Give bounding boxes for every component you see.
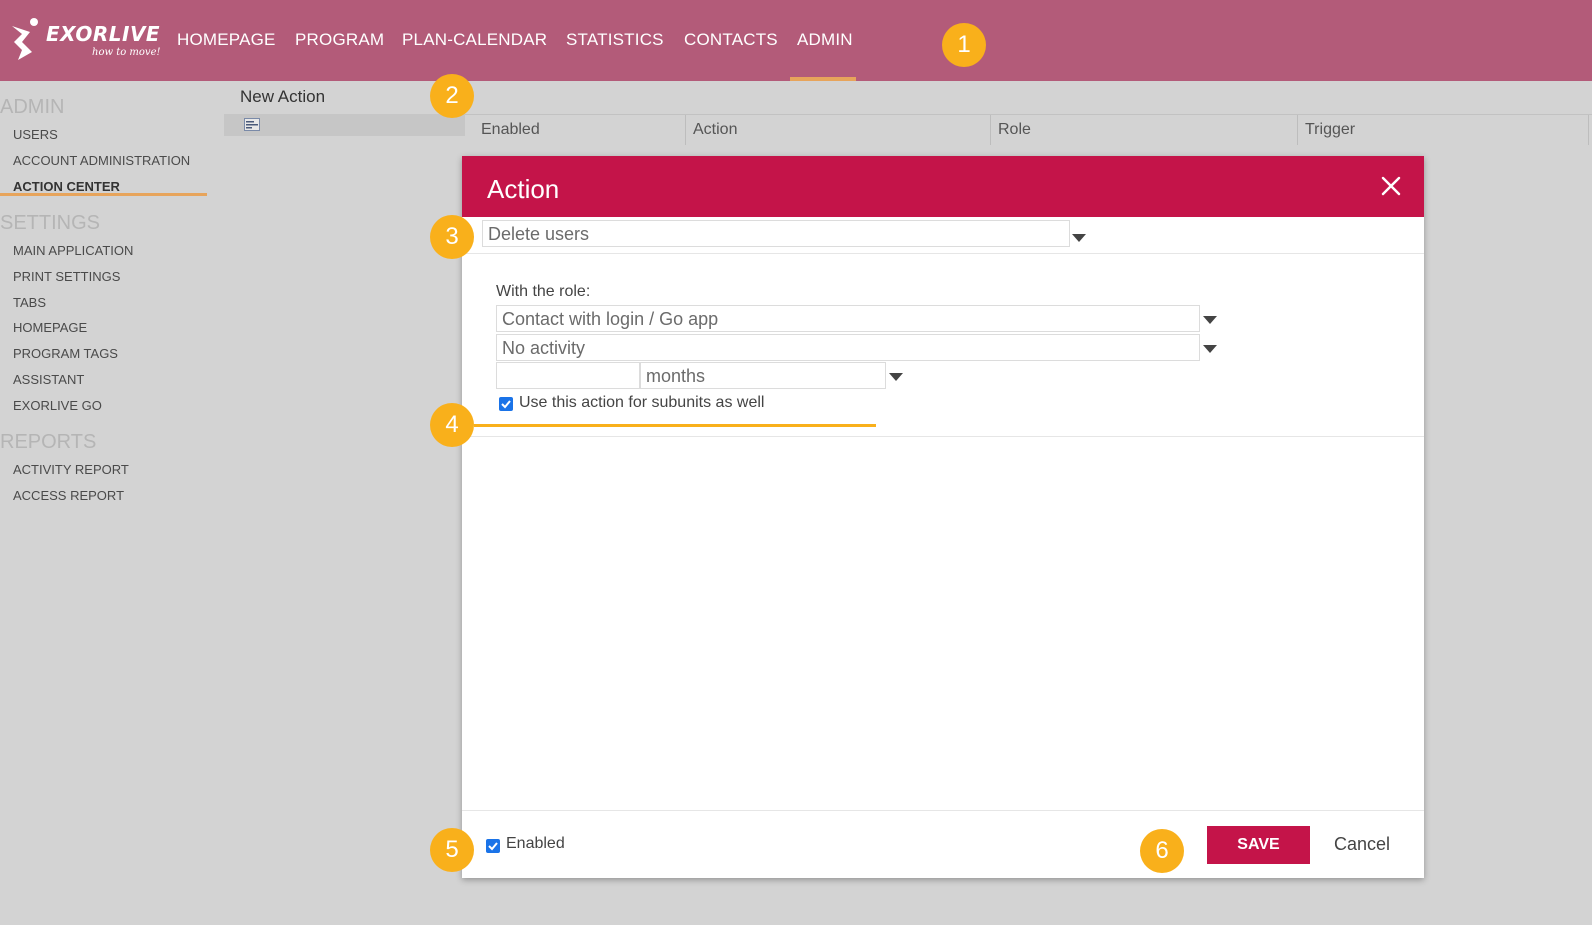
checkmark-icon	[488, 842, 498, 851]
checkmark-icon	[501, 400, 511, 409]
column-header-trigger[interactable]: Trigger	[1305, 121, 1355, 139]
logo-tagline: how to move!	[92, 47, 161, 58]
chevron-down-icon[interactable]	[1203, 345, 1217, 353]
dialog-title: Action	[487, 174, 560, 204]
subunits-checkbox[interactable]	[499, 397, 513, 411]
sidebar-active-indicator	[0, 193, 207, 196]
divider	[462, 436, 1424, 437]
callout-badge-1: 1	[942, 23, 986, 67]
save-button[interactable]: SAVE	[1207, 826, 1310, 864]
actions-grid-header: Enabled Action Role Trigger	[465, 114, 1592, 145]
callout-badge-6: 6	[1140, 829, 1184, 873]
chevron-down-icon[interactable]	[1072, 234, 1086, 242]
sidebar-item-activity-report[interactable]: ACTIVITY REPORT	[13, 462, 129, 477]
list-item[interactable]	[224, 114, 465, 136]
highlight-underline	[474, 424, 876, 427]
dialog-header: Action	[462, 156, 1424, 217]
action-dialog: Action Delete users With the role: Conta…	[462, 156, 1424, 878]
sidebar-heading-settings: SETTINGS	[0, 212, 101, 234]
logo-wordmark: EXORLIVE	[46, 22, 161, 46]
close-icon[interactable]	[1380, 175, 1402, 197]
column-separator	[990, 115, 991, 145]
nav-program[interactable]: PROGRAM	[295, 30, 384, 50]
runner-logo-icon	[12, 18, 38, 60]
callout-badge-4: 4	[430, 403, 474, 447]
column-separator	[1588, 115, 1589, 145]
sidebar-item-program-tags[interactable]: PROGRAM TAGS	[13, 346, 118, 361]
sidebar-item-access-report[interactable]: ACCESS REPORT	[13, 488, 124, 503]
callout-badge-2: 2	[430, 74, 474, 118]
footer-divider	[462, 810, 1424, 811]
sidebar-item-main-application[interactable]: MAIN APPLICATION	[13, 243, 133, 258]
period-amount-input[interactable]	[496, 362, 640, 389]
chevron-down-icon[interactable]	[889, 373, 903, 381]
sidebar-item-print-settings[interactable]: PRINT SETTINGS	[13, 269, 120, 284]
trigger-select[interactable]: No activity	[496, 334, 1200, 361]
nav-homepage[interactable]: HOMEPAGE	[177, 30, 276, 50]
divider	[462, 253, 1424, 254]
role-label: With the role:	[496, 283, 591, 300]
cancel-button[interactable]: Cancel	[1334, 834, 1390, 855]
enabled-checkbox[interactable]	[486, 839, 500, 853]
chevron-down-icon[interactable]	[1203, 316, 1217, 324]
nav-plan-calendar[interactable]: PLAN-CALENDAR	[402, 30, 547, 50]
list-entry-icon	[244, 118, 260, 131]
role-select[interactable]: Contact with login / Go app	[496, 305, 1200, 332]
enabled-label: Enabled	[506, 835, 565, 852]
column-header-role[interactable]: Role	[998, 121, 1031, 139]
column-separator	[685, 115, 686, 145]
period-unit-select[interactable]: months	[640, 362, 886, 389]
sidebar-item-account-administration[interactable]: ACCOUNT ADMINISTRATION	[13, 153, 190, 168]
column-header-action[interactable]: Action	[693, 121, 737, 139]
callout-badge-5: 5	[430, 828, 474, 872]
sidebar-item-exorlive-go[interactable]: EXORLIVE GO	[13, 398, 102, 413]
exorlive-logo[interactable]: EXORLIVE how to move!	[8, 16, 168, 64]
nav-contacts[interactable]: CONTACTS	[684, 30, 778, 50]
callout-badge-3: 3	[430, 215, 474, 259]
subunits-label: Use this action for subunits as well	[519, 394, 765, 411]
sidebar-item-assistant[interactable]: ASSISTANT	[13, 372, 84, 387]
nav-statistics[interactable]: STATISTICS	[566, 30, 664, 50]
action-type-select[interactable]: Delete users	[482, 220, 1070, 247]
sidebar-item-users[interactable]: USERS	[13, 127, 58, 142]
new-action-button[interactable]: New Action	[240, 87, 325, 107]
column-separator	[1297, 115, 1298, 145]
column-header-enabled[interactable]: Enabled	[481, 121, 540, 139]
nav-admin[interactable]: ADMIN	[797, 30, 853, 50]
sidebar-item-tabs[interactable]: TABS	[13, 295, 46, 310]
sidebar-heading-admin: ADMIN	[0, 96, 65, 118]
top-navigation-bar: EXORLIVE how to move! HOMEPAGE PROGRAM P…	[0, 0, 1592, 81]
nav-active-indicator	[790, 77, 856, 81]
sidebar-item-action-center[interactable]: ACTION CENTER	[13, 179, 120, 194]
sidebar-item-homepage[interactable]: HOMEPAGE	[13, 320, 87, 335]
sidebar-heading-reports: REPORTS	[0, 431, 97, 453]
